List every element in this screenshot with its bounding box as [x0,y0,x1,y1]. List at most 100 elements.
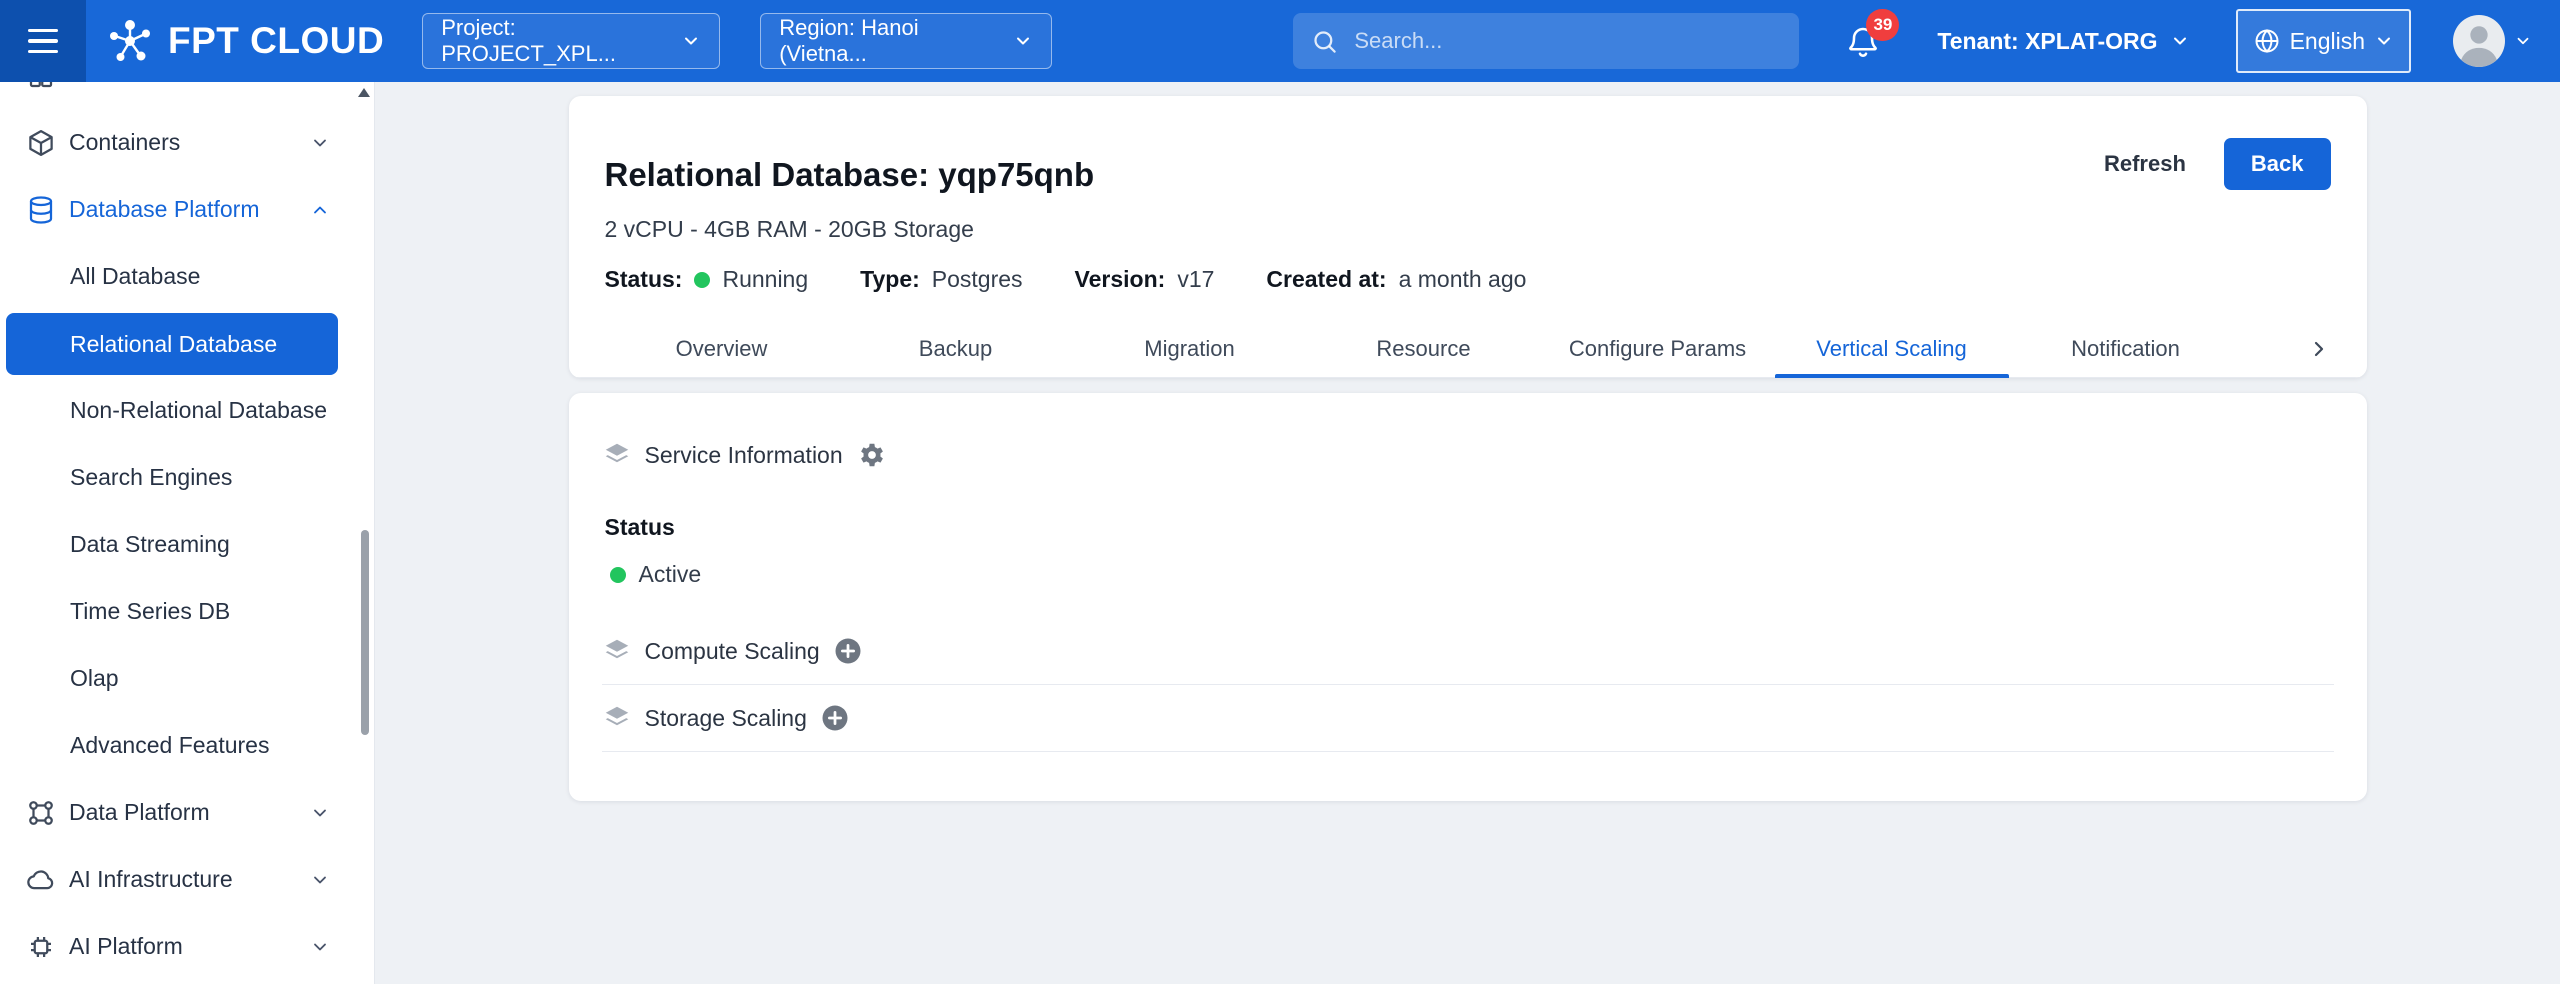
package-icon [26,128,56,158]
version-value: v17 [1177,266,1214,293]
tab-vertical-scaling[interactable]: Vertical Scaling [1775,320,2009,377]
created-at-value: a month ago [1399,266,1527,293]
sidebar-item-clipped[interactable] [0,82,374,109]
tab-resource[interactable]: Resource [1307,320,1541,377]
language-label: English [2290,28,2365,55]
chevron-down-icon [2374,31,2394,51]
sidebar-item-advanced-features[interactable]: Advanced Features [0,712,374,779]
sidebar-item-ai-platform[interactable]: AI Platform [0,913,374,980]
search-input[interactable] [1352,27,1781,55]
sidebar-item-relational-database[interactable]: Relational Database [6,313,338,375]
chevron-down-icon [2170,31,2190,51]
fpt-cloud-logo-icon [104,15,156,67]
sidebar-item-containers[interactable]: Containers [0,109,374,176]
plus-circle-icon [833,636,863,666]
tab-configure-params[interactable]: Configure Params [1541,320,1775,377]
gear-icon [856,440,886,470]
hamburger-icon [28,29,58,54]
region-selector-label: Region: Hanoi (Vietna... [779,15,999,67]
user-menu[interactable] [2453,15,2532,67]
topbar: FPT CLOUD Project: PROJECT_XPL... Region… [0,0,2560,82]
layers-icon [602,440,632,470]
tab-notification[interactable]: Notification [2009,320,2243,377]
globe-icon [2253,27,2281,55]
storage-scaling-title: Storage Scaling [645,705,807,732]
compute-scaling-add-button[interactable] [833,636,863,666]
project-selector[interactable]: Project: PROJECT_XPL... [422,13,720,69]
layers-icon [602,703,632,733]
sidebar-item-olap[interactable]: Olap [0,645,374,712]
status-value: Running [722,266,808,293]
status-label: Status: [605,266,683,293]
tab-backup[interactable]: Backup [839,320,1073,377]
sidebar-item-label: Containers [69,129,180,156]
sidebar-item-label: Database Platform [69,196,259,223]
sidebar-item-ai-infrastructure[interactable]: AI Infrastructure [0,846,374,913]
page-title: Relational Database: yqp75qnb [605,156,2107,194]
sidebar-scrollbar-thumb[interactable] [361,530,369,735]
tab-overview[interactable]: Overview [605,320,839,377]
service-information-settings-button[interactable] [856,440,886,470]
status-dot-icon [694,272,710,288]
fpt-cloud-logo: FPT CLOUD [104,15,384,67]
compute-scaling-section: Compute Scaling [602,636,2334,685]
sidebar-item-label: AI Platform [69,933,183,960]
layers-icon [602,636,632,666]
chevron-down-icon [310,82,330,86]
sidebar-item-search-engines[interactable]: Search Engines [0,444,374,511]
tabs-scroll-right-button[interactable] [2307,320,2331,377]
created-at-meta: Created at: a month ago [1266,266,1526,293]
region-selector[interactable]: Region: Hanoi (Vietna... [760,13,1052,69]
version-label: Version: [1075,266,1166,293]
sidebar-item-data-streaming[interactable]: Data Streaming [0,511,374,578]
database-header-card: Relational Database: yqp75qnb 2 vCPU - 4… [569,96,2367,378]
created-at-label: Created at: [1266,266,1386,293]
plus-circle-icon [820,703,850,733]
refresh-button[interactable]: Refresh [2098,150,2192,178]
main-content: Relational Database: yqp75qnb 2 vCPU - 4… [375,82,2560,801]
vertical-scaling-panel: Service Information Status Active Comput… [569,393,2367,801]
chevron-up-icon [310,200,330,220]
chevron-down-icon [310,803,330,823]
panel-status-value: Active [639,561,702,588]
chevron-down-icon [310,133,330,153]
sidebar-item-label: Search Engines [70,464,232,491]
grid-icon [26,82,56,91]
notification-count-badge: 39 [1866,9,1899,41]
sidebar-item-all-database[interactable]: All Database [0,243,374,310]
back-button[interactable]: Back [2224,138,2331,190]
sidebar-item-database-platform[interactable]: Database Platform [0,176,374,243]
global-search [1293,13,1799,69]
status-meta: Status: Running [605,266,809,293]
tab-migration[interactable]: Migration [1073,320,1307,377]
version-meta: Version: v17 [1075,266,1215,293]
logo-text: FPT CLOUD [168,20,384,62]
sidebar-scroll-up-button[interactable] [357,84,371,100]
status-active-row: Active [602,561,2334,588]
chevron-down-icon [2514,32,2532,50]
chevron-down-icon [310,870,330,890]
tenant-selector[interactable]: Tenant: XPLAT-ORG [1937,28,2189,55]
sidebar-item-label: AI Infrastructure [69,866,233,893]
service-information-section: Service Information [602,393,2334,470]
hamburger-menu-button[interactable] [0,0,86,82]
sidebar-item-label: Data Platform [69,799,210,826]
sidebar-item-time-series-db[interactable]: Time Series DB [0,578,374,645]
sidebar-item-label: Olap [70,665,119,692]
sidebar-item-label: Relational Database [70,331,277,358]
type-label: Type: [860,266,920,293]
chip-icon [26,932,56,962]
chevron-down-icon [681,31,701,51]
project-selector-label: Project: PROJECT_XPL... [441,15,667,67]
sidebar: Containers Database Platform All Databas… [0,82,375,984]
sidebar-item-label: All Database [70,263,200,290]
sidebar-item-non-relational-database[interactable]: Non-Relational Database [0,377,374,444]
sidebar-item-label: Time Series DB [70,598,230,625]
sidebar-item-data-platform[interactable]: Data Platform [0,779,374,846]
language-selector[interactable]: English [2236,9,2411,73]
storage-scaling-add-button[interactable] [820,703,850,733]
notifications-button[interactable]: 39 [1845,23,1881,59]
sidebar-item-label: Advanced Features [70,732,269,759]
avatar [2453,15,2505,67]
database-specs: 2 vCPU - 4GB RAM - 20GB Storage [605,216,2107,243]
